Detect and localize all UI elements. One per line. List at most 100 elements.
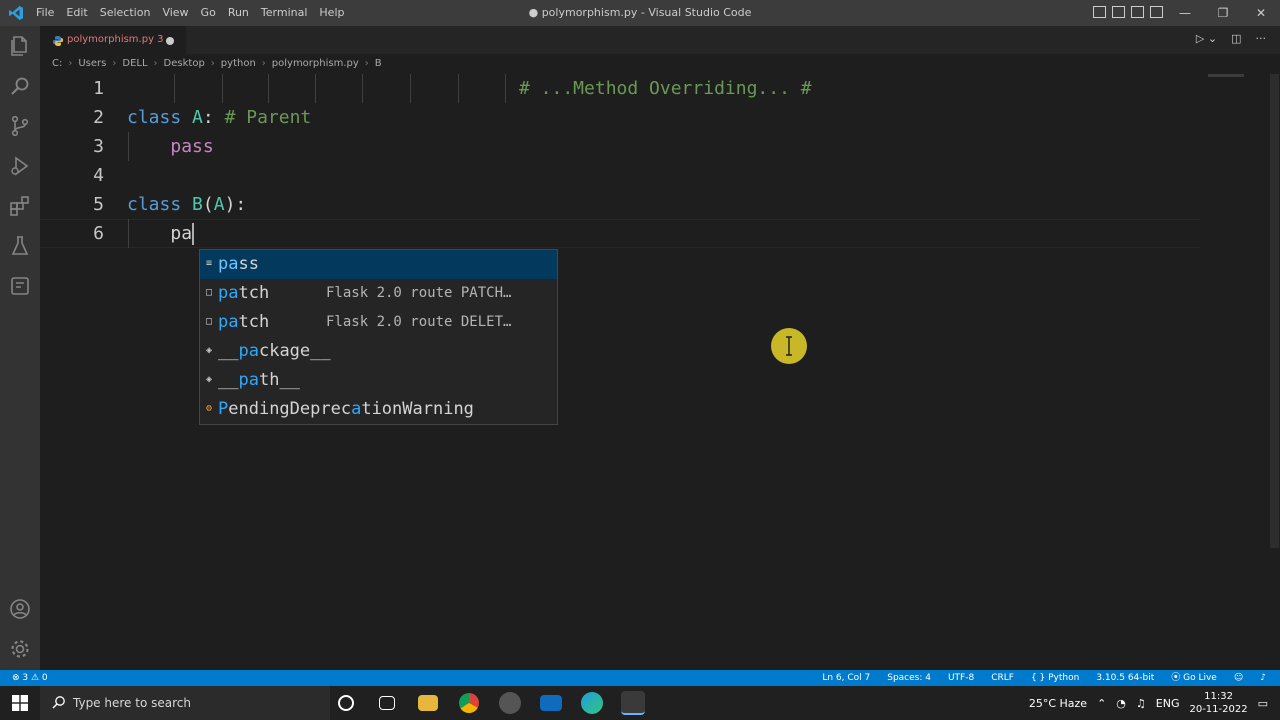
feedback-icon[interactable]: ☺ xyxy=(1234,670,1243,686)
tab-polymorphism-py[interactable]: polymorphism.py 3 xyxy=(40,26,186,54)
code-line-5: 5 class B(A): xyxy=(40,190,1200,219)
variable-icon: ◈ xyxy=(205,345,213,356)
code-text: pa xyxy=(127,219,195,248)
suggestion-item[interactable]: ◈ __package__ xyxy=(200,337,557,366)
menu-run[interactable]: Run xyxy=(222,0,255,26)
more-actions-icon[interactable]: ··· xyxy=(1256,32,1267,45)
go-live-button[interactable]: ⦿ Go Live xyxy=(1171,670,1217,686)
snippet-icon: □ xyxy=(205,287,213,298)
code-text: class A: # Parent xyxy=(127,103,311,132)
vscode-taskbar-icon[interactable] xyxy=(621,691,645,715)
show-hidden-icons-icon[interactable]: ⌃ xyxy=(1097,697,1106,710)
python-interpreter[interactable]: 3.10.5 64-bit xyxy=(1096,670,1154,686)
toggle-panel-icon[interactable] xyxy=(1112,6,1125,18)
search-icon[interactable] xyxy=(8,74,32,98)
menu-terminal[interactable]: Terminal xyxy=(255,0,314,26)
accounts-icon[interactable] xyxy=(8,597,32,621)
file-explorer-icon[interactable] xyxy=(418,695,438,711)
chrome-icon[interactable] xyxy=(459,693,479,713)
clock-time: 11:32 xyxy=(1204,691,1233,702)
breadcrumb-dell[interactable]: DELL xyxy=(122,54,147,74)
line-number: 3 xyxy=(93,136,104,157)
unsaved-dot-icon[interactable] xyxy=(166,37,174,45)
end-of-line[interactable]: CRLF xyxy=(991,670,1014,686)
keyword-class: class xyxy=(127,107,182,128)
run-python-file-icon[interactable]: ▷ ⌄ xyxy=(1196,32,1217,45)
edge-icon[interactable] xyxy=(581,692,603,714)
menu-go[interactable]: Go xyxy=(195,0,222,26)
source-control-icon[interactable] xyxy=(8,114,32,138)
layout-controls xyxy=(1093,6,1163,18)
windows-taskbar: Type here to search 25°C Haze ⌃ ◔ ♫ ENG … xyxy=(0,686,1280,720)
menu-file[interactable]: File xyxy=(30,0,60,26)
language-mode[interactable]: { } Python xyxy=(1031,670,1079,686)
problems-indicator[interactable]: ⊗ 3 ⚠ 0 xyxy=(12,670,48,686)
notifications-bell-icon[interactable]: ♪ xyxy=(1260,670,1266,686)
cortana-icon[interactable] xyxy=(338,695,354,711)
extensions-icon[interactable] xyxy=(8,194,32,218)
clock-date: 20-11-2022 xyxy=(1189,704,1248,715)
remote-explorer-icon[interactable] xyxy=(8,274,32,298)
breadcrumb-drive[interactable]: C: xyxy=(52,54,62,74)
suggestion-label: patch xyxy=(218,312,270,332)
chevron-right-icon: › xyxy=(364,58,369,69)
tab-label: polymorphism.py 3 xyxy=(67,34,164,45)
suggestion-item[interactable]: ⚙ PendingDeprecationWarning xyxy=(200,395,557,424)
breadcrumb-python[interactable]: python xyxy=(221,54,256,74)
input-language[interactable]: ENG xyxy=(1156,697,1180,710)
volume-icon[interactable]: ♫ xyxy=(1136,697,1146,710)
manage-gear-icon[interactable] xyxy=(8,637,32,661)
restore-button[interactable]: ❐ xyxy=(1204,0,1242,26)
minimap[interactable] xyxy=(1208,74,1244,77)
customize-layout-icon[interactable] xyxy=(1150,6,1163,18)
comment-text: # ...Method Overriding... # xyxy=(519,78,812,99)
dell-icon[interactable] xyxy=(499,692,521,714)
vertical-scrollbar[interactable] xyxy=(1268,74,1280,670)
clock[interactable]: 11:32 20-11-2022 xyxy=(1189,690,1247,716)
suggestion-item[interactable]: ≡ pass xyxy=(200,250,557,279)
status-bar: ⊗ 3 ⚠ 0 Ln 6, Col 7 Spaces: 4 UTF-8 CRLF… xyxy=(0,670,1280,686)
run-debug-icon[interactable] xyxy=(8,154,32,178)
suggestion-item[interactable]: □ patch Flask 2.0 route PATCH… xyxy=(200,279,557,308)
breadcrumb-users[interactable]: Users xyxy=(78,54,106,74)
suggestion-item[interactable]: □ patch Flask 2.0 route DELET… xyxy=(200,308,557,337)
suggestion-item[interactable]: ◈ __path__ xyxy=(200,366,557,395)
breadcrumb-symbol[interactable]: B xyxy=(375,54,382,74)
class-name: A xyxy=(192,107,203,128)
menu-view[interactable]: View xyxy=(156,0,194,26)
menu-help[interactable]: Help xyxy=(313,0,350,26)
indentation[interactable]: Spaces: 4 xyxy=(887,670,931,686)
task-view-icon[interactable] xyxy=(379,696,395,710)
taskbar-search[interactable]: Type here to search xyxy=(40,686,330,720)
suggestion-label: PendingDeprecationWarning xyxy=(218,399,474,419)
encoding[interactable]: UTF-8 xyxy=(948,670,974,686)
cursor-position[interactable]: Ln 6, Col 7 xyxy=(822,670,870,686)
code-line-6: 6 pa xyxy=(40,219,1200,248)
windows-start-icon[interactable] xyxy=(12,695,28,711)
line-number: 5 xyxy=(93,194,104,215)
toggle-sidebar-icon[interactable] xyxy=(1093,6,1106,18)
code-text: pass xyxy=(127,132,213,161)
scrollbar-thumb[interactable] xyxy=(1270,74,1279,548)
split-editor-icon[interactable]: ◫ xyxy=(1231,32,1241,45)
mail-icon[interactable] xyxy=(540,695,562,711)
weather-widget[interactable]: 25°C Haze xyxy=(1029,697,1087,710)
minimize-button[interactable]: — xyxy=(1166,0,1204,26)
toggle-secondary-sidebar-icon[interactable] xyxy=(1131,6,1144,18)
typed-text: pa xyxy=(170,223,193,244)
code-line-4: 4 xyxy=(40,161,1200,190)
editor-tabs: polymorphism.py 3 ▷ ⌄ ◫ ··· xyxy=(40,26,1280,54)
chevron-right-icon: › xyxy=(153,58,158,69)
close-button[interactable]: ✕ xyxy=(1242,0,1280,26)
python-file-icon xyxy=(53,36,63,46)
breadcrumb-desktop[interactable]: Desktop xyxy=(164,54,205,74)
menu-selection[interactable]: Selection xyxy=(94,0,157,26)
notification-center-icon[interactable]: ▭ xyxy=(1258,697,1268,710)
testing-icon[interactable] xyxy=(8,234,32,258)
network-icon[interactable]: ◔ xyxy=(1116,697,1126,710)
breadcrumb-file[interactable]: polymorphism.py xyxy=(272,54,359,74)
menu-edit[interactable]: Edit xyxy=(60,0,93,26)
explorer-icon[interactable] xyxy=(8,34,32,58)
chevron-right-icon: › xyxy=(261,58,266,69)
menu-bar: File Edit Selection View Go Run Terminal… xyxy=(30,0,350,26)
